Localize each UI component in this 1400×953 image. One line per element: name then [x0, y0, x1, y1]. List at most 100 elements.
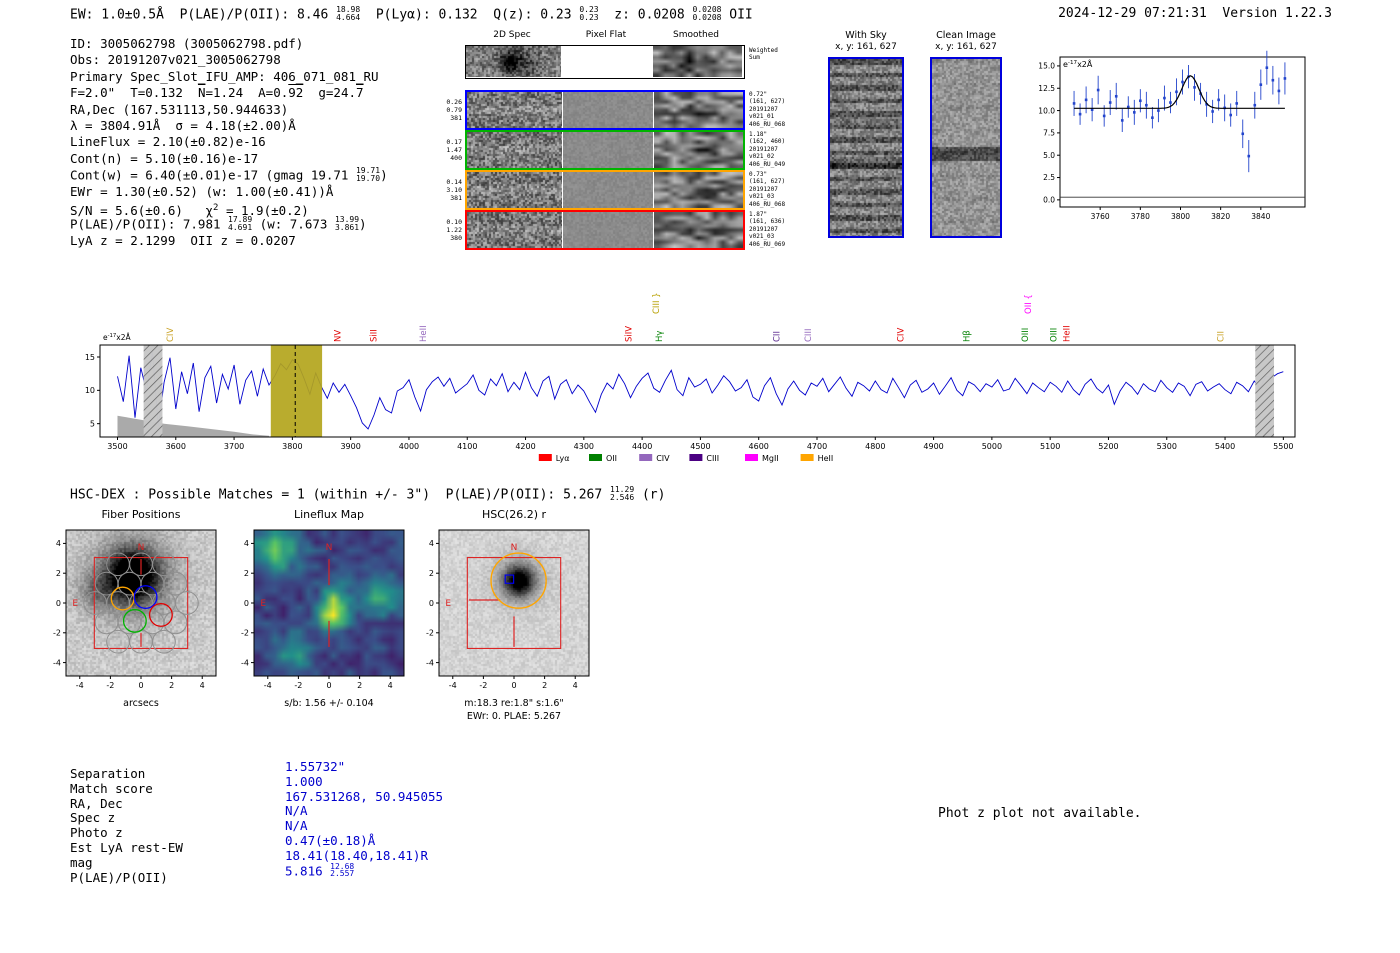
info-line: RA,Dec (167.531113,50.944633) [70, 101, 289, 117]
svg-text:5200: 5200 [1098, 442, 1118, 451]
svg-text:4000: 4000 [399, 442, 419, 451]
match-row-value: 1.55732" [285, 759, 346, 774]
svg-text:N: N [511, 543, 518, 553]
elixer-report-page: EW: 1.0±0.5Å P(LAE)/P(OII): 8.46 18.98 4.… [0, 0, 1400, 953]
svg-text:4: 4 [429, 539, 434, 548]
info-line: Primary Spec_Slot_IFU_AMP: 406_071_081_R… [70, 68, 379, 84]
match-row-label: RA, Dec [70, 795, 123, 811]
svg-text:-4: -4 [449, 681, 457, 690]
svg-text:0: 0 [429, 599, 434, 608]
svg-text:4300: 4300 [574, 442, 594, 451]
fiber-pixelflat-image [563, 172, 653, 208]
svg-text:e-17x2Å: e-17x2Å [1063, 58, 1093, 69]
match-row-value: 1.000 [285, 773, 323, 789]
info-line: λ = 3804.91Å σ = 4.18(±2.00)Å [70, 117, 296, 133]
svg-text:CII: CII [773, 331, 783, 342]
info-line: ID: 3005062798 (3005062798.pdf) [70, 36, 304, 51]
match-row-label: Match score [70, 780, 153, 796]
svg-text:4900: 4900 [923, 442, 943, 451]
match-row-value: 0.47(±0.18)Å [285, 832, 376, 848]
svg-text:3760: 3760 [1091, 212, 1110, 221]
svg-text:CIV: CIV [656, 454, 670, 463]
fiber-smoothed-image [654, 92, 743, 128]
clean-image-coords: x, y: 161, 627 [935, 42, 997, 52]
svg-text:-2: -2 [479, 681, 487, 690]
fiber-row-stats: 0.10 1.22 380 [446, 218, 462, 242]
svg-text:4: 4 [388, 681, 393, 690]
match-row-value: 5.816 12.68 2.557 [285, 861, 355, 879]
svg-text:15.0: 15.0 [1038, 62, 1055, 71]
full-spectrum-plot: 5 10 15 3500 3600 3700 3800 3900 4000 4100 4200 430… [85, 292, 1296, 463]
svg-text:-4: -4 [241, 658, 249, 667]
svg-text:3600: 3600 [166, 442, 186, 451]
svg-text:3700: 3700 [224, 442, 244, 451]
svg-text:2.5: 2.5 [1043, 173, 1055, 182]
hsc-xlabel2: EWr: 0. PLAE: 5.267 [466, 711, 562, 722]
with-sky-title: With Sky [845, 30, 887, 41]
svg-text:4700: 4700 [807, 442, 827, 451]
fiber-row-info: 0.72" (161, 627) 20191207 v021_01 406_RU… [749, 91, 786, 128]
hsc-xlabel: m:18.3 re:1.8" s:1.6" [464, 698, 564, 709]
lineflux-map-title: Lineflux Map [293, 508, 365, 521]
info-line: S/N = 5.6(±0.6) χ2 = 1.9(±0.2) [70, 202, 309, 219]
svg-text:15: 15 [85, 353, 95, 362]
info-line: Cont(w) = 6.40(±0.01)e-17 (gmag 19.71 19… [70, 166, 388, 183]
match-row-value: N/A [285, 803, 308, 819]
weighted-smoothed-image [653, 46, 742, 77]
svg-text:CIII }: CIII } [652, 292, 662, 314]
hsc-cutout-panel: -4 -4 -2 -2 0 0 2 2 4 4 N E HSC(26.2) r m:18.3 re:1… [411, 508, 616, 733]
svg-text:-4: -4 [426, 658, 434, 667]
fiber-row-stats: 0.14 3.10 381 [446, 178, 462, 202]
weighted-2dspec-image [466, 46, 561, 77]
info-line: P(LAE)/P(OII): 7.981 17.89 4.691 (w: 7.67… [70, 215, 367, 232]
svg-text:Lyα: Lyα [556, 454, 570, 463]
svg-text:4100: 4100 [457, 442, 477, 451]
fiber-smoothed-image [654, 172, 743, 208]
svg-text:2: 2 [357, 681, 362, 690]
svg-text:-4: -4 [264, 681, 272, 690]
svg-text:2: 2 [169, 681, 174, 690]
svg-text:4200: 4200 [515, 442, 535, 451]
hsc-title: HSC(26.2) r [481, 508, 547, 521]
info-line: Obs: 20191207v021_3005062798 [70, 52, 281, 68]
spec2d-weighted-row [465, 45, 745, 79]
svg-text:SiII: SiII [369, 329, 379, 342]
fiber-row-stats: 0.17 1.47 400 [446, 138, 462, 162]
header-timestamp: 2024-12-29 07:21:31 Version 1.22.3 [1058, 6, 1332, 21]
fiber-2dspec-image [467, 172, 562, 208]
svg-text:5.0: 5.0 [1043, 151, 1055, 160]
svg-text:0: 0 [138, 681, 143, 690]
svg-text:Hβ: Hβ [963, 330, 973, 342]
with-sky-cutout: With Sky x, y: 161, 627 [828, 30, 904, 240]
svg-text:-2: -2 [241, 629, 249, 638]
svg-text:3820: 3820 [1211, 212, 1230, 221]
fiber-pixelflat-image [563, 212, 653, 248]
fiber-2dspec-image [467, 132, 562, 168]
svg-text:2: 2 [542, 681, 547, 690]
svg-text:E: E [445, 599, 451, 609]
svg-text:Hγ: Hγ [655, 331, 665, 342]
svg-text:2: 2 [56, 569, 61, 578]
svg-text:10: 10 [85, 386, 95, 395]
with-sky-coords: x, y: 161, 627 [835, 42, 897, 52]
svg-text:CIV: CIV [896, 328, 906, 342]
svg-text:3800: 3800 [1171, 212, 1190, 221]
svg-text:HeII: HeII [419, 325, 429, 342]
svg-text:5000: 5000 [982, 442, 1002, 451]
spec2d-col-title-2dspec: 2D Spec [493, 30, 531, 40]
match-row-label: Spec z [70, 810, 116, 826]
svg-text:4400: 4400 [632, 442, 652, 451]
svg-text:4: 4 [573, 681, 578, 690]
clean-image [930, 57, 1002, 238]
info-line: F=2.0" T=0.132 N=1.24 A=0.92 g=24.7 [70, 85, 364, 101]
spec2d-fiber-row [465, 170, 745, 210]
spec2d-fiber-row [465, 210, 745, 250]
info-line: LyA z = 2.1299 OII z = 0.0207 [70, 232, 296, 248]
svg-text:0: 0 [511, 681, 516, 690]
svg-text:4800: 4800 [865, 442, 885, 451]
spec2d-fiber-row [465, 130, 745, 170]
svg-text:OII {: OII { [1024, 294, 1034, 314]
svg-text:3500: 3500 [107, 442, 127, 451]
svg-text:4: 4 [56, 539, 61, 548]
svg-text:-4: -4 [53, 658, 61, 667]
